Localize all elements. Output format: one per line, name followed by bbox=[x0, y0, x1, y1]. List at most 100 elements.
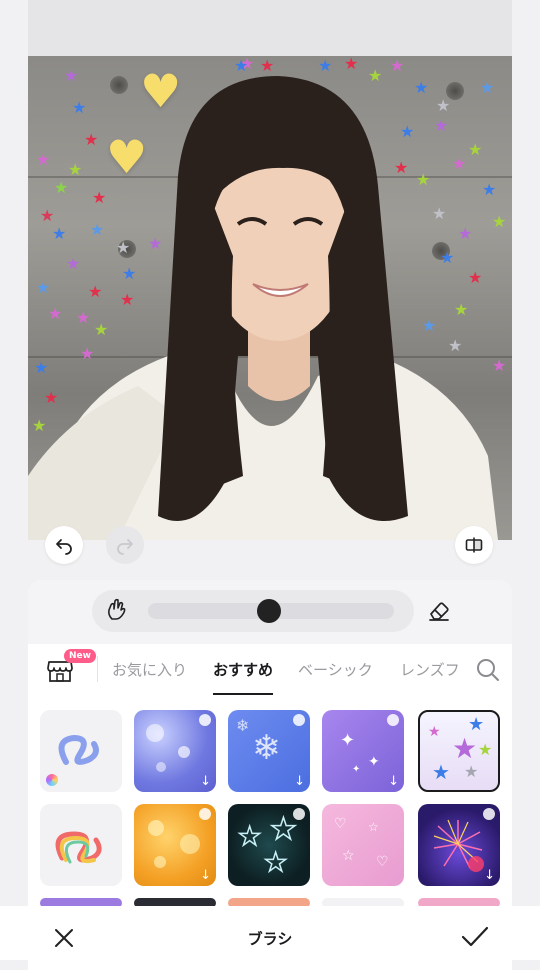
star-sticker: ★ bbox=[88, 282, 103, 301]
star-sticker: ★ bbox=[468, 140, 483, 159]
star-sticker: ★ bbox=[452, 154, 467, 173]
star-sticker: ★ bbox=[458, 224, 473, 243]
photo-canvas[interactable]: ★ ★ ★ ★ ★ ★ ★ ★ ★ ★ ★ ★ ★ ★ ★ ★ ★ ★ ★ ★ … bbox=[28, 56, 512, 540]
compare-icon bbox=[465, 537, 483, 553]
brush-tile-fireworks[interactable]: ↓ bbox=[418, 804, 500, 886]
star-sticker: ★ bbox=[234, 56, 249, 75]
star-sticker: ★ bbox=[390, 56, 405, 75]
star-sticker: ★ bbox=[260, 56, 275, 75]
confirm-button[interactable] bbox=[460, 924, 490, 954]
brush-tile-snowflake[interactable]: ❄ ❄ ↓ bbox=[228, 710, 310, 792]
star-sticker: ★ bbox=[492, 212, 507, 231]
star-sticker: ★ bbox=[422, 316, 437, 335]
heart-doodle-icon: ♡ bbox=[334, 816, 347, 832]
star-sticker: ★ bbox=[54, 178, 69, 197]
star-sticker: ★ bbox=[454, 300, 469, 319]
star-sticker: ★ bbox=[416, 170, 431, 189]
premium-gem-icon bbox=[199, 714, 211, 726]
star-sticker: ★ bbox=[116, 238, 131, 257]
tab-recommended[interactable]: おすすめ bbox=[213, 659, 273, 680]
check-icon bbox=[461, 926, 489, 947]
bokeh-dot bbox=[154, 856, 166, 868]
star-sticker: ★ bbox=[440, 248, 455, 267]
redo-icon bbox=[117, 539, 133, 555]
star-sticker: ★ bbox=[368, 66, 383, 85]
rainbow-ribbon-icon bbox=[55, 831, 102, 864]
undo-icon bbox=[56, 539, 72, 555]
download-icon: ↓ bbox=[294, 774, 305, 789]
download-icon: ↓ bbox=[484, 868, 495, 883]
star-sticker: ★ bbox=[468, 268, 483, 287]
star-sticker: ★ bbox=[68, 160, 83, 179]
eraser-icon[interactable] bbox=[426, 599, 452, 627]
redo-button[interactable] bbox=[106, 526, 144, 564]
star-sticker: ★ bbox=[400, 122, 415, 141]
star-sticker: ★ bbox=[80, 344, 95, 363]
star-sticker: ★ bbox=[482, 180, 497, 199]
download-icon: ↓ bbox=[388, 774, 399, 789]
star-doodle-icon: ☆ bbox=[342, 848, 355, 864]
premium-gem-icon bbox=[483, 808, 495, 820]
brush-tile-ribbon-rainbow[interactable] bbox=[40, 804, 122, 886]
star-icon: ★ bbox=[428, 724, 441, 740]
bokeh-dot bbox=[178, 746, 190, 758]
star-sticker: ★ bbox=[48, 304, 63, 323]
bokeh-dot bbox=[146, 724, 164, 742]
bokeh-dot bbox=[148, 820, 164, 836]
star-outline-icon: ★ bbox=[269, 811, 297, 848]
star-sticker: ★ bbox=[318, 56, 333, 75]
brush-tile-sparkle-purple[interactable]: ✦ ✦ ✦ ↓ bbox=[322, 710, 404, 792]
star-icon: ★ bbox=[478, 740, 493, 759]
star-icon: ★ bbox=[452, 732, 478, 765]
star-sticker: ★ bbox=[448, 336, 463, 355]
brush-tile-neon-star[interactable]: ★ ★ ★ bbox=[228, 804, 310, 886]
brush-tile-doodle-pink[interactable]: ♡ ☆ ☆ ♡ bbox=[322, 804, 404, 886]
star-sticker: ★ bbox=[84, 130, 99, 149]
color-dot-icon bbox=[46, 774, 58, 786]
brush-tile-ribbon-blue[interactable] bbox=[40, 710, 122, 792]
sparkle-icon: ✦ bbox=[340, 730, 356, 751]
star-sticker: ★ bbox=[148, 234, 163, 253]
brush-tile-bokeh-gold[interactable]: ↓ bbox=[134, 804, 216, 886]
star-sticker: ★ bbox=[394, 158, 409, 177]
star-sticker: ★ bbox=[66, 254, 81, 273]
download-icon: ↓ bbox=[200, 868, 211, 883]
tab-favorites[interactable]: お気に入り bbox=[112, 659, 187, 680]
sparkle-icon: ✦ bbox=[368, 754, 380, 770]
star-sticker: ★ bbox=[52, 224, 67, 243]
star-sticker: ★ bbox=[122, 264, 137, 283]
tab-basic[interactable]: ベーシック bbox=[298, 659, 373, 680]
star-sticker: ★ bbox=[492, 356, 507, 375]
star-sticker: ★ bbox=[92, 188, 107, 207]
bokeh-dot bbox=[180, 834, 200, 854]
premium-gem-icon bbox=[387, 714, 399, 726]
brush-tile-star-colorful[interactable]: ★ ★ ★ ★ ★ ★ bbox=[418, 710, 500, 792]
star-sticker: ★ bbox=[90, 220, 105, 239]
brush-size-knob[interactable] bbox=[256, 599, 281, 623]
star-sticker: ★ bbox=[40, 206, 55, 225]
star-sticker: ★ bbox=[44, 388, 59, 407]
star-sticker: ★ bbox=[76, 308, 91, 327]
star-sticker: ★ bbox=[480, 78, 495, 97]
heart-doodle-icon: ♡ bbox=[376, 854, 389, 870]
top-margin bbox=[28, 0, 512, 56]
premium-gem-icon bbox=[199, 808, 211, 820]
star-icon: ★ bbox=[432, 760, 450, 784]
pinch-hand-icon[interactable] bbox=[103, 597, 129, 627]
premium-gem-icon bbox=[293, 714, 305, 726]
premium-gem-icon bbox=[293, 808, 305, 820]
new-badge: New bbox=[64, 649, 96, 663]
undo-button[interactable] bbox=[45, 526, 83, 564]
heart-sticker: ♥ bbox=[140, 64, 182, 118]
star-sticker: ★ bbox=[120, 290, 135, 309]
active-tab-indicator bbox=[213, 693, 273, 695]
sparkle-icon: ✦ bbox=[352, 764, 361, 775]
search-icon[interactable] bbox=[471, 657, 501, 687]
compare-button[interactable] bbox=[455, 526, 493, 564]
star-doodle-icon: ☆ bbox=[368, 820, 379, 834]
tab-divider bbox=[97, 656, 98, 682]
screen-title: ブラシ bbox=[247, 930, 293, 948]
tab-lens-flare[interactable]: レンズフ bbox=[400, 659, 462, 680]
star-icon: ★ bbox=[464, 762, 479, 781]
brush-tile-bokeh-blue[interactable]: ↓ bbox=[134, 710, 216, 792]
